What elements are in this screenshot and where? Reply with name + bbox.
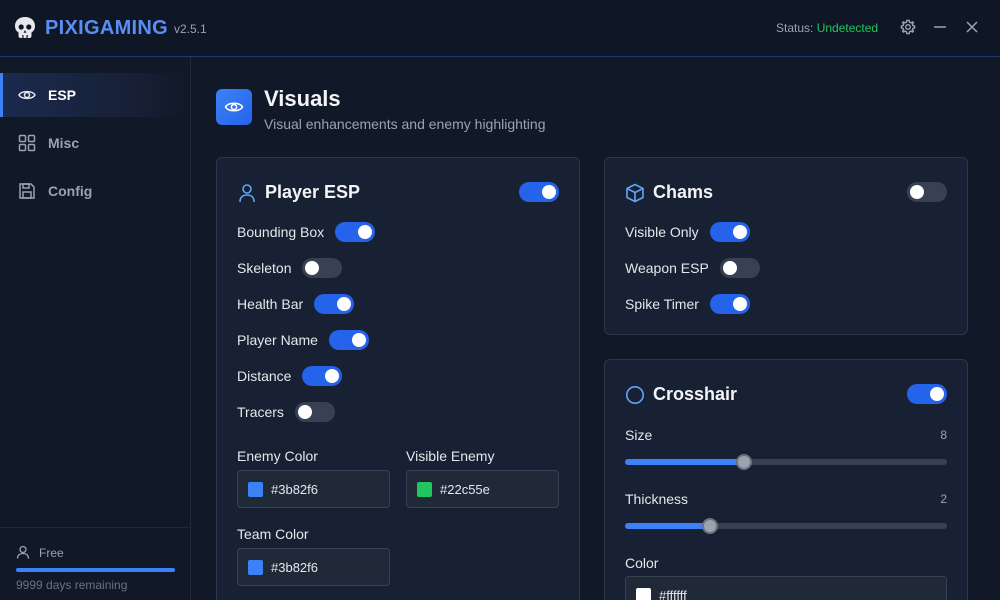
page-subtitle: Visual enhancements and enemy highlighti… (264, 116, 546, 132)
slider-fill (625, 523, 710, 529)
color-value: #22c55e (440, 482, 490, 497)
plan-label: Free (39, 546, 64, 560)
card-title: Chams (653, 182, 714, 202)
visible-only-toggle[interactable] (709, 222, 750, 242)
page-title: Visuals (264, 86, 341, 111)
option-label: Skeleton (237, 260, 292, 276)
player-esp-toggle[interactable] (519, 182, 559, 202)
team-color-picker[interactable]: #3b82f6 (237, 548, 390, 586)
status-label: Status: (776, 21, 814, 35)
option-row: Visible Only (625, 222, 750, 242)
sidebar-item-label: ESP (48, 87, 77, 103)
close-icon[interactable] (964, 19, 980, 35)
cube-icon (626, 183, 644, 203)
option-row: Distance (237, 366, 343, 386)
circle-icon (626, 386, 644, 404)
option-row: Weapon ESP (625, 258, 760, 278)
app-version: v2.5.1 (174, 22, 207, 36)
app-brand: PIXIGAMING (45, 17, 169, 39)
tracers-toggle[interactable] (294, 402, 335, 422)
option-row: Player Name (237, 330, 369, 350)
color-swatch (417, 482, 432, 497)
spike-timer-toggle[interactable] (709, 294, 750, 314)
color-value: #3b82f6 (271, 560, 318, 575)
color-swatch (248, 560, 263, 575)
sidebar-item-misc[interactable]: Misc (0, 121, 190, 165)
option-label: Bounding Box (237, 224, 325, 240)
thickness-slider[interactable] (625, 518, 947, 534)
size-value: 8 (940, 428, 947, 442)
color-swatch (636, 588, 651, 600)
days-remaining: 9999 days remaining (16, 578, 128, 592)
slider-fill (625, 459, 744, 465)
license-progress-bar (16, 568, 175, 572)
sidebar-item-label: Config (48, 183, 93, 199)
weapon-esp-toggle[interactable] (719, 258, 760, 278)
option-row: Skeleton (237, 258, 343, 278)
user-icon (239, 184, 255, 203)
crosshair-card: Crosshair Size 8 Thickness 2 Color #ffff… (604, 359, 968, 600)
visible-enemy-color-picker[interactable]: #22c55e (406, 470, 559, 508)
size-slider[interactable] (625, 454, 947, 470)
grid-icon (18, 134, 36, 152)
crosshair-toggle[interactable] (907, 384, 947, 404)
slider-thumb[interactable] (702, 518, 718, 534)
skeleton-toggle[interactable] (302, 258, 343, 278)
thickness-label: Thickness (625, 491, 689, 507)
option-label: Distance (237, 368, 292, 384)
status-value: Undetected (816, 21, 879, 35)
chams-card: Chams Visible Only Weapon ESP Spike Time… (604, 157, 968, 335)
color-swatch (248, 482, 263, 497)
option-label: Health Bar (237, 296, 304, 312)
enemy-color-picker[interactable]: #3b82f6 (237, 470, 390, 508)
color-value: #ffffff (659, 588, 687, 600)
option-label: Tracers (237, 404, 284, 420)
save-icon (19, 183, 35, 199)
visible-enemy-label: Visible Enemy (406, 448, 495, 464)
option-label: Weapon ESP (625, 260, 709, 276)
slider-thumb[interactable] (736, 454, 752, 470)
option-label: Spike Timer (625, 296, 699, 312)
sidebar-item-config[interactable]: Config (0, 169, 190, 213)
size-label: Size (625, 427, 653, 443)
crosshair-color-label: Color (625, 555, 659, 571)
option-row: Bounding Box (237, 222, 376, 242)
chams-toggle[interactable] (907, 182, 947, 202)
license-panel: Free 9999 days remaining (0, 527, 190, 600)
player-name-toggle[interactable] (328, 330, 369, 350)
minimize-icon[interactable] (932, 19, 948, 35)
card-title: Crosshair (653, 384, 738, 404)
page-icon (216, 89, 252, 125)
option-label: Player Name (237, 332, 318, 348)
sidebar-item-label: Misc (48, 135, 80, 151)
option-row: Tracers (237, 402, 335, 422)
card-title: Player ESP (265, 182, 361, 202)
distance-toggle[interactable] (302, 366, 343, 386)
color-value: #3b82f6 (271, 482, 318, 497)
option-row: Spike Timer (625, 294, 750, 314)
player-esp-card: Player ESP Bounding Box Skeleton Health … (216, 157, 580, 600)
health-bar-toggle[interactable] (314, 294, 355, 314)
eye-icon (224, 102, 244, 112)
bounding-box-toggle[interactable] (335, 222, 376, 242)
gear-icon[interactable] (900, 19, 916, 35)
skull-logo-icon (15, 17, 35, 38)
status-indicator: Status: Undetected (776, 21, 878, 35)
option-row: Health Bar (237, 294, 355, 314)
enemy-color-label: Enemy Color (237, 448, 318, 464)
option-label: Visible Only (625, 224, 699, 240)
eye-icon (18, 90, 36, 100)
sidebar: ESP Misc Config Free 9999 days remaining (0, 57, 191, 600)
thickness-value: 2 (940, 492, 947, 506)
crosshair-color-picker[interactable]: #ffffff (625, 576, 947, 600)
sidebar-item-esp[interactable]: ESP (0, 73, 190, 117)
team-color-label: Team Color (237, 526, 309, 542)
title-bar: PIXIGAMING v2.5.1 Status: Undetected (0, 0, 1000, 57)
user-icon (16, 545, 30, 559)
